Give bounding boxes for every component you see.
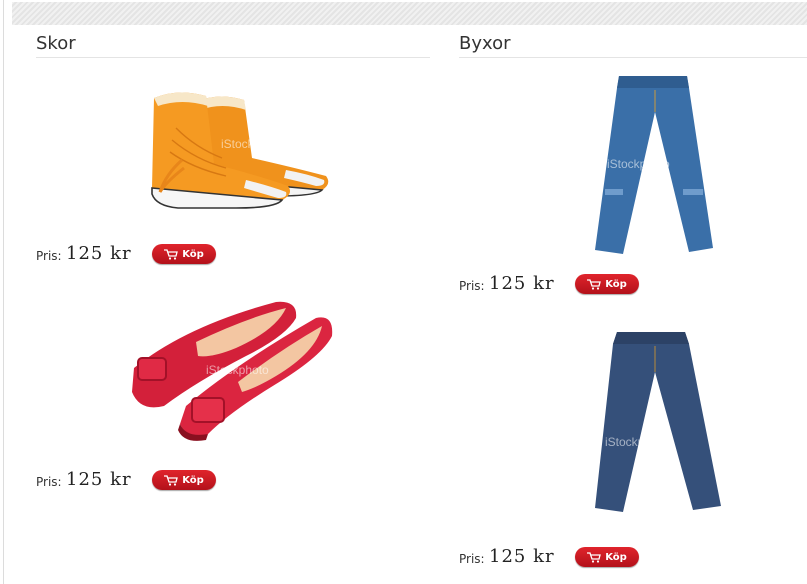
- price-label: Pris:: [36, 249, 62, 263]
- price-label: Pris:: [459, 279, 485, 293]
- shopping-cart-icon: [164, 474, 179, 486]
- buy-button[interactable]: Köp: [152, 470, 216, 490]
- price-row: Pris: 125 kr Köp: [36, 469, 236, 493]
- category-heading: Byxor: [459, 33, 807, 58]
- product-image-light-blue-jeans[interactable]: iStockphoto: [585, 72, 721, 258]
- price-value: 125 kr: [489, 273, 555, 294]
- image-watermark: iStockphoto: [221, 137, 284, 151]
- category-heading: Skor: [36, 33, 430, 58]
- price-row: Pris: 125 kr Köp: [36, 243, 236, 267]
- buy-button-label: Köp: [605, 551, 627, 563]
- product-image-red-flats[interactable]: iStockphoto: [126, 296, 336, 446]
- price-value: 125 kr: [66, 243, 132, 264]
- product-image-orange-sneakers[interactable]: iStockphoto: [126, 88, 336, 213]
- buy-button-label: Köp: [605, 278, 627, 290]
- price-value: 125 kr: [66, 469, 132, 490]
- shopping-cart-icon: [164, 248, 179, 260]
- shopping-cart-icon: [587, 551, 602, 563]
- image-watermark: iStockphoto: [607, 157, 670, 171]
- price-label: Pris:: [459, 552, 485, 566]
- price-value: 125 kr: [489, 546, 555, 567]
- buy-button[interactable]: Köp: [575, 547, 639, 567]
- image-watermark: iStockphoto: [206, 363, 269, 377]
- price-row: Pris: 125 kr Köp: [459, 546, 659, 570]
- buy-button[interactable]: Köp: [152, 244, 216, 264]
- buy-button[interactable]: Köp: [575, 274, 639, 294]
- price-label: Pris:: [36, 475, 62, 489]
- header-strip: [12, 2, 807, 25]
- product-image-dark-blue-jeans[interactable]: iStockphoto: [593, 330, 723, 514]
- shopping-cart-icon: [587, 278, 602, 290]
- image-watermark: iStockphoto: [605, 435, 668, 449]
- left-border: [3, 0, 4, 584]
- buy-button-label: Köp: [182, 248, 204, 260]
- price-row: Pris: 125 kr Köp: [459, 273, 659, 297]
- buy-button-label: Köp: [182, 474, 204, 486]
